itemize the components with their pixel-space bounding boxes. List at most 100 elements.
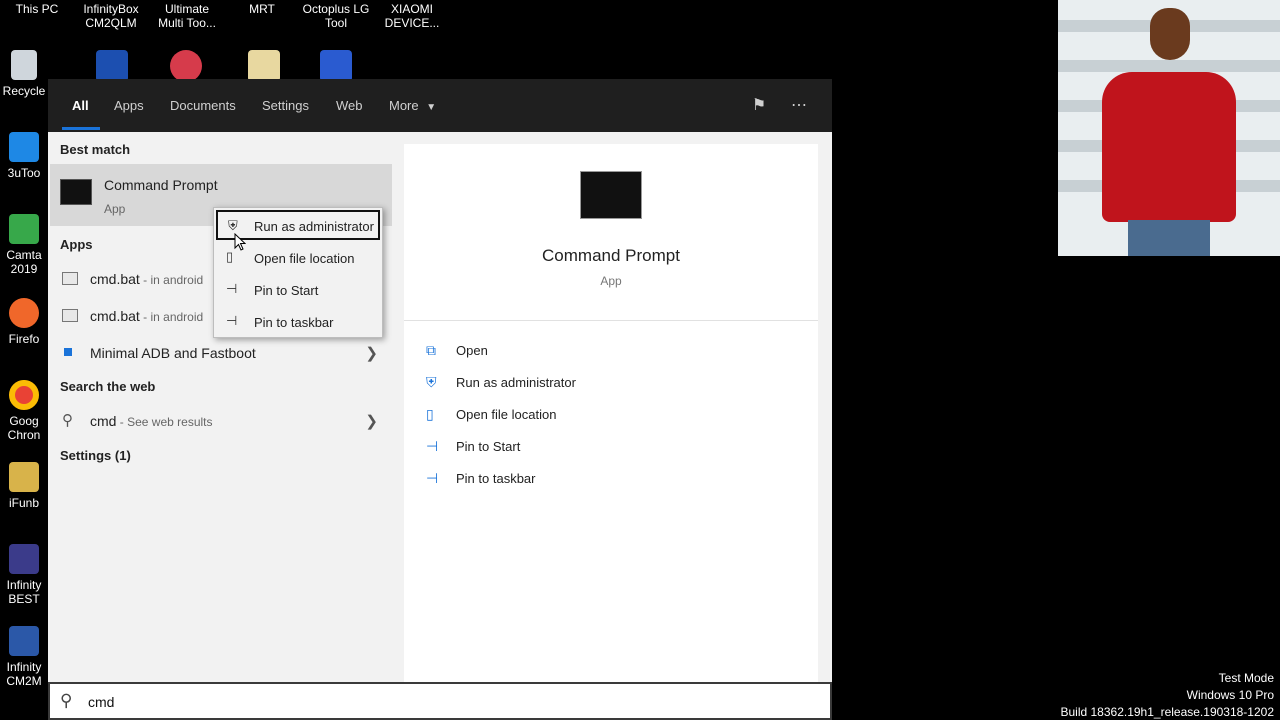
list-item-subtitle: - See web results <box>116 415 213 429</box>
tab-web[interactable]: Web <box>336 98 363 113</box>
best-match-title: Command Prompt <box>104 177 218 193</box>
action-open-file-location[interactable]: ▯ Open file location <box>426 404 726 428</box>
person-head <box>1150 8 1190 60</box>
best-match-heading: Best match <box>60 142 131 157</box>
tab-settings[interactable]: Settings <box>262 98 309 113</box>
action-label: Pin to taskbar <box>456 471 536 486</box>
pin-icon: ⊣ <box>426 470 439 486</box>
desktop-icon-label: Octoplus LG <box>302 2 370 16</box>
menu-item-label: Pin to Start <box>254 283 319 298</box>
feedback-icon[interactable]: ⚑ <box>748 95 770 117</box>
action-label: Pin to Start <box>456 439 521 454</box>
infinity-best-icon <box>9 544 39 574</box>
desktop-icon-label: CM2QLM <box>85 16 137 30</box>
webcam-overlay <box>1058 0 1280 256</box>
shield-icon: ⛨ <box>426 374 437 390</box>
list-item-subtitle: - in android <box>139 273 204 287</box>
best-match-subtitle: App <box>104 202 126 216</box>
menu-item-pin-to-taskbar[interactable]: ⊣ Pin to taskbar <box>216 307 380 337</box>
pin-icon: ⊣ <box>226 281 238 296</box>
action-label: Open file location <box>456 407 557 422</box>
action-open[interactable]: ⧉ Open <box>426 340 726 364</box>
infinity-cm2-icon <box>9 626 39 656</box>
chevron-right-icon[interactable]: ❯ <box>365 344 378 362</box>
list-item-cmd-bat-1[interactable]: cmd.bat - in android <box>50 262 220 296</box>
list-item-title: cmd.bat <box>90 308 140 324</box>
desktop-icon-infinity-cm2[interactable]: Infinity CM2M <box>0 626 48 688</box>
desktop-icon-label: iFunb <box>8 496 40 510</box>
batch-file-icon <box>62 272 78 285</box>
desktop-icon-ultimate[interactable]: Ultimate Multi Too... <box>152 2 222 30</box>
action-run-as-administrator[interactable]: ⛨ Run as administrator <box>426 372 726 396</box>
chevron-right-icon[interactable]: ❯ <box>365 412 378 430</box>
list-item-cmd-bat-2[interactable]: cmd.bat - in android <box>50 299 220 333</box>
desktop-icon-octoplus[interactable]: Octoplus LG Tool <box>298 2 374 30</box>
active-tab-indicator <box>62 127 100 130</box>
preview-divider <box>404 320 818 321</box>
desktop-icon-label: Camta 2019 <box>6 248 42 276</box>
menu-item-pin-to-start[interactable]: ⊣ Pin to Start <box>216 275 380 305</box>
list-item-minimal-adb[interactable]: Minimal ADB and Fastboot ❯ <box>50 336 394 370</box>
caret-down-icon: ▼ <box>426 102 437 113</box>
desktop-icon-this-pc[interactable]: This PC <box>10 2 64 16</box>
search-box[interactable]: ⚲ <box>48 682 832 720</box>
tab-more-label: More <box>389 98 419 113</box>
pin-icon: ⊣ <box>226 313 238 328</box>
search-tab-bar: All Apps Documents Settings Web More ▼ ⚑… <box>48 79 832 132</box>
open-icon: ⧉ <box>426 342 436 358</box>
desktop-icon-infinity-best[interactable]: Infinity BEST <box>0 544 48 606</box>
octoplus-icon <box>320 50 352 82</box>
desktop-icon-label: Goog Chron <box>7 414 41 442</box>
desktop-icon-recycle[interactable]: Recycle <box>0 50 48 98</box>
list-item-title: cmd <box>90 413 117 429</box>
desktop-icon-label: MRT <box>249 2 275 16</box>
action-label: Run as administrator <box>456 375 576 390</box>
apps-heading: Apps <box>60 237 93 252</box>
desktop-icon-label: Ultimate <box>164 2 209 16</box>
desktop-icon-label: Infinity CM2M <box>6 660 42 688</box>
desktop-icon-3utools[interactable]: 3uToo <box>0 132 48 180</box>
command-prompt-large-icon <box>580 171 642 219</box>
desktop-icon-infinitybox[interactable]: InfinityBox CM2QLM <box>78 2 144 30</box>
action-label: Open <box>456 343 488 358</box>
recycle-bin-icon <box>11 50 37 80</box>
mouse-pointer-icon <box>234 233 246 251</box>
tab-all[interactable]: All <box>72 98 89 113</box>
person-jeans <box>1128 220 1210 256</box>
settings-heading[interactable]: Settings (1) <box>60 448 131 463</box>
tab-apps[interactable]: Apps <box>114 98 144 113</box>
preview-subtitle: App <box>600 274 622 288</box>
desktop-icon-firefox[interactable]: Firefo <box>0 298 48 346</box>
test-mode-watermark-line1: Test Mode <box>1218 671 1274 685</box>
tab-more[interactable]: More ▼ <box>389 98 436 113</box>
app-icon <box>64 348 72 356</box>
action-pin-to-taskbar[interactable]: ⊣ Pin to taskbar <box>426 468 726 492</box>
person-shirt <box>1102 72 1236 222</box>
desktop-icon-label: Recycle <box>2 84 46 98</box>
desktop-icon-mrt[interactable]: MRT <box>240 2 284 16</box>
search-icon: ⚲ <box>60 691 73 710</box>
desktop-icon-camtasia[interactable]: Camta 2019 <box>0 214 48 276</box>
command-prompt-icon <box>60 179 92 205</box>
search-input[interactable] <box>88 692 788 712</box>
desktop-icon-label: Infinity BEST <box>6 578 42 606</box>
shield-icon: ⛨ <box>228 218 238 233</box>
desktop-icon-label: Tool <box>324 16 347 30</box>
action-pin-to-start[interactable]: ⊣ Pin to Start <box>426 436 726 460</box>
desktop-icon-chrome[interactable]: Goog Chron <box>0 380 48 442</box>
desktop-icon-ifunbox[interactable]: iFunb <box>0 462 48 510</box>
more-options-icon[interactable]: ⋯ <box>788 95 810 117</box>
desktop-icon-label: InfinityBox <box>83 2 139 16</box>
infinitybox-icon <box>96 50 128 82</box>
desktop-icon-xiaomi[interactable]: XIAOMI DEVICE... <box>382 2 442 30</box>
desktop-icon-label: Multi Too... <box>158 16 216 30</box>
tab-documents[interactable]: Documents <box>170 98 236 113</box>
camtasia-icon <box>9 214 39 244</box>
pin-icon: ⊣ <box>426 438 439 454</box>
firefox-icon <box>9 298 39 328</box>
desktop-icon-label: Firefo <box>8 332 40 346</box>
ultimate-tool-icon <box>170 50 202 82</box>
menu-item-label: Open file location <box>254 251 355 266</box>
test-mode-watermark-line2: Windows 10 Pro <box>1186 688 1274 702</box>
list-item-web-cmd[interactable]: ⚲ cmd - See web results ❯ <box>50 404 394 438</box>
